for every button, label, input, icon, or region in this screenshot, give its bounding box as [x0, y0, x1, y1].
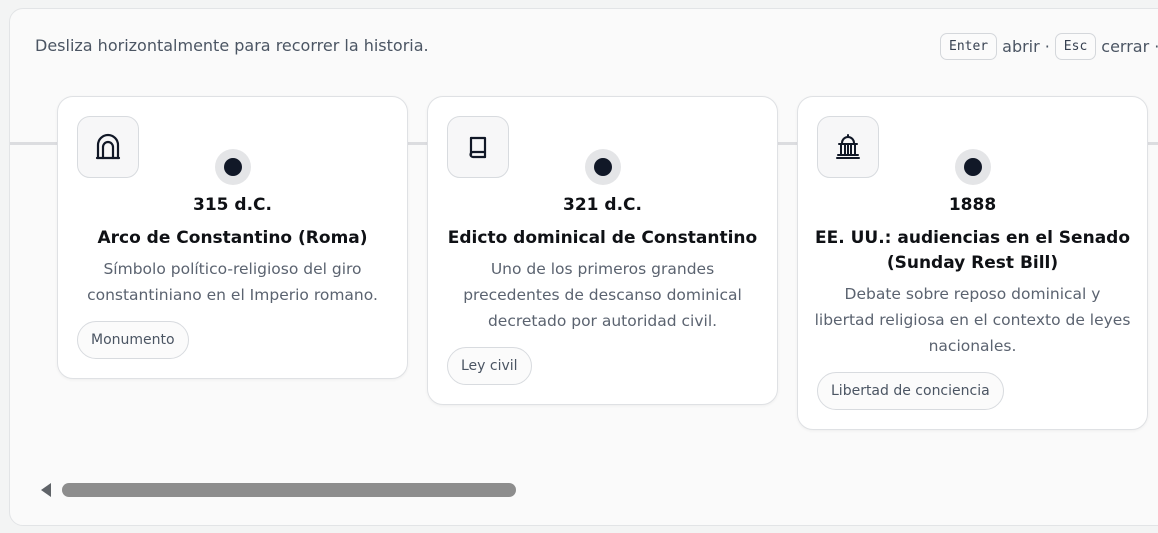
timeline-marker — [955, 149, 991, 185]
enter-key-label: abrir — [1002, 37, 1040, 56]
esc-key-label: cerrar — [1101, 37, 1150, 56]
event-title: Edicto dominical de Constantino — [447, 228, 758, 248]
book-icon — [447, 116, 509, 178]
timeline-marker — [215, 149, 251, 185]
event-tag: Libertad de conciencia — [817, 372, 1004, 410]
event-description: Debate sobre reposo dominical y libertad… — [814, 285, 1131, 355]
event-title: Arco de Constantino (Roma) — [97, 228, 368, 248]
event-tag: Ley civil — [447, 347, 532, 385]
shortcut-separator: · — [1154, 37, 1158, 56]
capitol-icon — [817, 116, 879, 178]
event-year: 315 d.C. — [193, 195, 272, 215]
event-title: EE. UU.: audiencias en el Senado (Sunday… — [814, 228, 1131, 273]
timeline-panel: Desliza horizontalmente para recorrer la… — [9, 8, 1158, 526]
event-tag: Monumento — [77, 321, 189, 359]
enter-key: Enter — [940, 33, 998, 60]
event-description: Símbolo político-religioso del giro cons… — [87, 260, 378, 304]
esc-key: Esc — [1054, 33, 1097, 60]
event-description: Uno de los primeros grandes precedentes … — [463, 260, 742, 330]
arch-icon — [77, 116, 139, 178]
scroll-left-arrow-icon[interactable] — [41, 483, 51, 497]
event-year: 1888 — [948, 195, 997, 215]
timeline-card-321[interactable]: 321 d.C. Edicto dominical de Constantino… — [427, 96, 778, 405]
event-year: 321 d.C. — [563, 195, 642, 215]
horizontal-scrollbar-thumb[interactable] — [62, 483, 516, 497]
timeline-card-315[interactable]: 315 d.C. Arco de Constantino (Roma) Símb… — [57, 96, 408, 379]
timeline-marker — [585, 149, 621, 185]
keyboard-shortcuts: Enter abrir · Esc cerrar · — [940, 33, 1158, 60]
timeline-card-1888[interactable]: 1888 EE. UU.: audiencias en el Senado (S… — [797, 96, 1148, 430]
shortcut-separator: · — [1044, 37, 1050, 56]
scroll-hint: Desliza horizontalmente para recorrer la… — [35, 36, 429, 55]
